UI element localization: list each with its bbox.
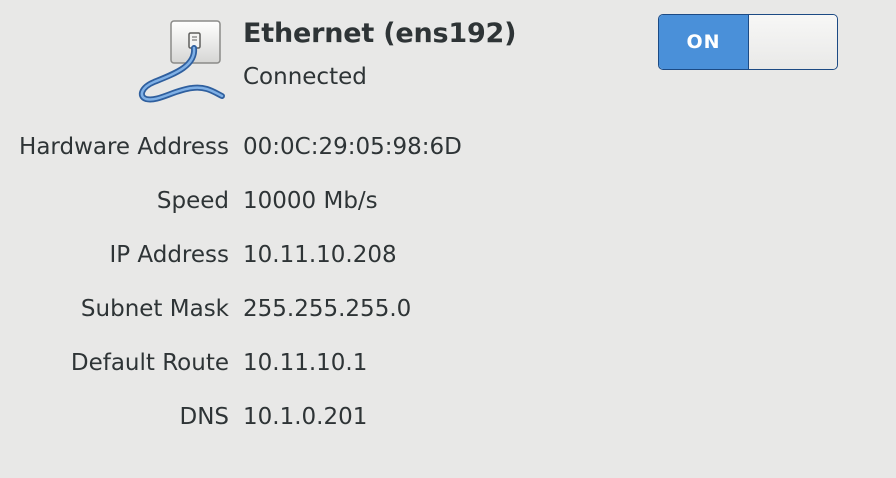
detail-label: IP Address xyxy=(109,242,229,268)
device-status: Connected xyxy=(243,64,367,90)
connection-toggle[interactable]: ON xyxy=(658,14,838,70)
detail-value: 10.11.10.208 xyxy=(243,242,397,268)
detail-value: 255.255.255.0 xyxy=(243,296,412,322)
detail-value: 10000 Mb/s xyxy=(243,188,378,214)
detail-value: 10.11.10.1 xyxy=(243,350,368,376)
detail-value: 00:0C:29:05:98:6D xyxy=(243,134,462,160)
detail-label: Subnet Mask xyxy=(80,296,229,322)
detail-row-default-route: Default Route 10.11.10.1 xyxy=(0,336,896,390)
ethernet-cable-icon xyxy=(134,16,234,108)
detail-row-speed: Speed 10000 Mb/s xyxy=(0,174,896,228)
detail-label: Default Route xyxy=(70,350,229,376)
device-name: Ethernet (ens192) xyxy=(243,18,517,49)
detail-row-dns: DNS 10.1.0.201 xyxy=(0,390,896,444)
detail-label: Speed xyxy=(156,188,229,214)
detail-row-subnet-mask: Subnet Mask 255.255.255.0 xyxy=(0,282,896,336)
detail-value: 10.1.0.201 xyxy=(243,404,368,430)
toggle-on-label: ON xyxy=(659,15,748,69)
detail-row-ip-address: IP Address 10.11.10.208 xyxy=(0,228,896,282)
toggle-knob[interactable] xyxy=(748,15,837,69)
detail-label: DNS xyxy=(179,404,229,430)
detail-label: Hardware Address xyxy=(19,134,229,160)
network-device-panel: Ethernet (ens192) Connected ON Hardware … xyxy=(0,0,896,478)
detail-row-hardware-address: Hardware Address 00:0C:29:05:98:6D xyxy=(0,120,896,174)
